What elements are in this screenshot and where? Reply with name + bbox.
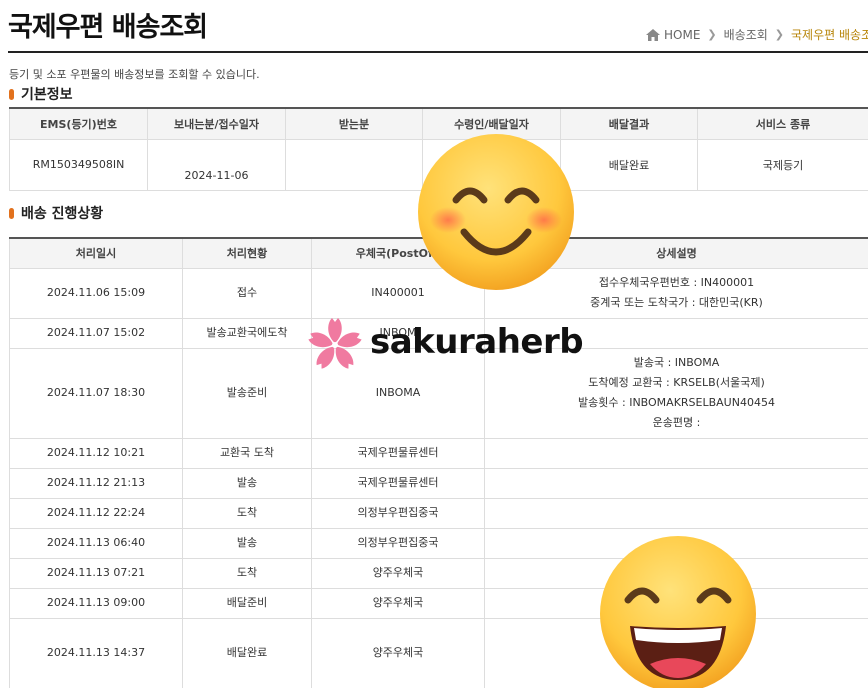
- post-office: 양주우체국: [311, 587, 485, 619]
- watermark-text: sakuraherb: [370, 322, 584, 362]
- post-office: 의정부우편집중국: [311, 497, 485, 529]
- process-datetime: 2024.11.12 10:21: [9, 437, 183, 469]
- detail-line: 운송편명 :: [652, 416, 701, 429]
- table-row: 2024.11.12 21:13 발송 국제우편물류센터: [9, 467, 868, 499]
- post-office: 국제우편물류센터: [311, 437, 485, 469]
- detail-line: 도착예정 교환국 : KRSELB(서울국제): [588, 376, 765, 389]
- process-datetime: 2024.11.07 15:02: [9, 317, 183, 349]
- process-datetime: 2024.11.13 09:00: [9, 587, 183, 619]
- column-header: 처리일시: [9, 237, 183, 269]
- detail-description: [484, 497, 868, 529]
- detail-line: 발송횟수 : INBOMAKRSELBAUN40454: [578, 396, 775, 409]
- process-status: 접수: [182, 267, 312, 319]
- column-header: 배달결과: [560, 107, 698, 140]
- process-datetime: 2024.11.13 07:21: [9, 557, 183, 589]
- title-divider: [8, 51, 868, 53]
- intro-text: 등기 및 소포 우편물의 배송정보를 조회할 수 있습니다.: [9, 68, 260, 81]
- receiver: [285, 138, 423, 191]
- post-office: 양주우체국: [311, 617, 485, 688]
- process-status: 배달완료: [182, 617, 312, 688]
- process-datetime: 2024.11.06 15:09: [9, 267, 183, 319]
- breadcrumb-home-link[interactable]: HOME: [664, 28, 700, 42]
- tracking-number: RM150349508IN: [9, 138, 148, 191]
- section-bullet-icon: [9, 207, 14, 219]
- post-office: 양주우체국: [311, 557, 485, 589]
- process-status: 도착: [182, 497, 312, 529]
- process-status: 발송: [182, 527, 312, 559]
- section-bullet-icon: [9, 88, 14, 100]
- column-header: EMS(등기)번호: [9, 107, 148, 140]
- table-row: 2024.11.12 22:24 도착 의정부우편집중국: [9, 497, 868, 529]
- section-title-basic: 기본정보: [9, 84, 73, 104]
- detail-line: 중계국 또는 도착국가 : 대한민국(KR): [590, 296, 763, 309]
- post-office: 국제우편물류센터: [311, 467, 485, 499]
- post-office: 의정부우편집중국: [311, 527, 485, 559]
- table-row: 2024.11.12 10:21 교환국 도착 국제우편물류센터: [9, 437, 868, 469]
- chevron-right-icon: ❯: [774, 28, 785, 41]
- chevron-right-icon: ❯: [707, 28, 717, 41]
- column-header: 받는분: [285, 107, 423, 140]
- process-status: 발송: [182, 467, 312, 499]
- send-date: 2024-11-06: [147, 138, 286, 191]
- process-datetime: 2024.11.12 22:24: [9, 497, 183, 529]
- delivery-result: 배달완료: [560, 138, 698, 191]
- detail-description: [484, 467, 868, 499]
- process-status: 도착: [182, 557, 312, 589]
- page-title: 국제우편 배송조회: [8, 12, 208, 43]
- column-header: 서비스 종류: [697, 107, 868, 140]
- column-header: 보내는분/접수일자: [147, 107, 286, 140]
- process-datetime: 2024.11.13 14:37: [9, 617, 183, 688]
- detail-description: [484, 437, 868, 469]
- breadcrumb: HOME ❯ 배송조회 ❯ 국제우편 배송조회: [646, 26, 868, 43]
- process-status: 교환국 도착: [182, 437, 312, 469]
- grinning-face-emoji-icon: [600, 536, 756, 688]
- breadcrumb-current: 국제우편 배송조회: [791, 28, 868, 42]
- process-datetime: 2024.11.07 18:30: [9, 347, 183, 439]
- process-status: 발송교환국에도착: [182, 317, 312, 349]
- process-status: 발송준비: [182, 347, 312, 439]
- process-datetime: 2024.11.12 21:13: [9, 467, 183, 499]
- home-icon: [646, 28, 660, 41]
- process-datetime: 2024.11.13 06:40: [9, 527, 183, 559]
- section-title-progress: 배송 진행상황: [9, 203, 103, 223]
- breadcrumb-tracking-link[interactable]: 배송조회: [724, 26, 768, 43]
- sakura-flower-icon: [308, 318, 362, 369]
- column-header: 처리현황: [182, 237, 312, 269]
- process-status: 배달준비: [182, 587, 312, 619]
- smiling-face-emoji-icon: [418, 134, 574, 290]
- service-type: 국제등기: [697, 138, 868, 191]
